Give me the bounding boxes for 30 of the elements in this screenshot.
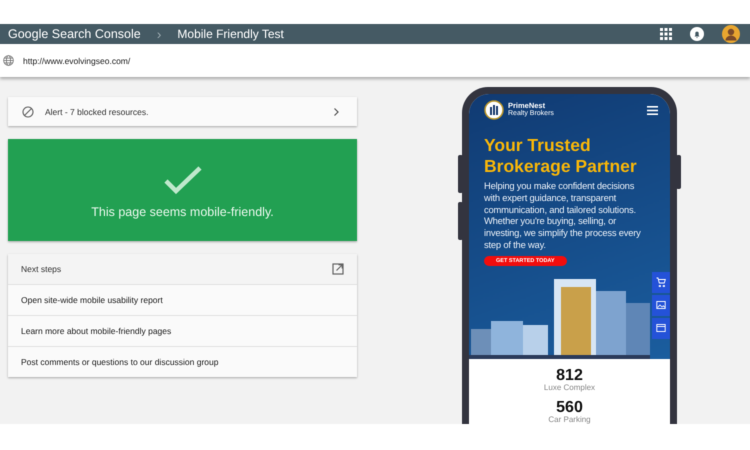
next-step-link[interactable]: Learn more about mobile-friendly pages — [8, 315, 357, 346]
globe-icon — [3, 55, 14, 66]
checkmark-icon — [162, 165, 202, 195]
hero-headline: Your Trusted Brokerage Partner — [484, 135, 638, 177]
building-logo-icon — [484, 100, 504, 120]
stat-label: Luxe Complex — [544, 384, 596, 393]
next-steps-heading: Next steps — [21, 264, 62, 274]
blocked-icon — [22, 106, 34, 118]
url-field[interactable]: http://www.evolvingseo.com/ — [0, 44, 750, 77]
image-icon[interactable] — [652, 294, 670, 316]
stat-value: 812 — [556, 366, 583, 384]
next-step-link[interactable]: Open site-wide mobile usability report — [8, 284, 357, 315]
result-message: This page seems mobile-friendly. — [91, 205, 274, 219]
avatar-icon[interactable] — [722, 25, 740, 43]
window-icon[interactable] — [652, 318, 670, 338]
hero-paragraph: Helping you make confident decisions with expert guidance, transparent communication, and tailored solutions. Whether you're buying, selling, or investing, we simplify the process every step of the way. — [484, 180, 642, 250]
chevron-right-icon — [333, 106, 340, 116]
apps-grid-icon[interactable] — [660, 28, 672, 40]
menu-icon[interactable] — [647, 106, 658, 114]
stat-label: Car Parking — [548, 416, 591, 424]
next-step-link[interactable]: Post comments or questions to our discussion group — [8, 346, 357, 377]
stat-value: 560 — [556, 398, 583, 416]
alert-card[interactable]: Alert - 7 blocked resources. — [8, 97, 357, 126]
page-title: Mobile Friendly Test — [177, 27, 284, 41]
app-logo[interactable]: Google Search Console — [8, 27, 141, 41]
breadcrumb-separator: › — [156, 26, 162, 42]
open-in-new-icon[interactable] — [332, 263, 344, 275]
alert-text: Alert - 7 blocked resources. — [45, 106, 150, 116]
cart-icon[interactable] — [652, 272, 670, 292]
notifications-icon[interactable] — [690, 27, 704, 41]
